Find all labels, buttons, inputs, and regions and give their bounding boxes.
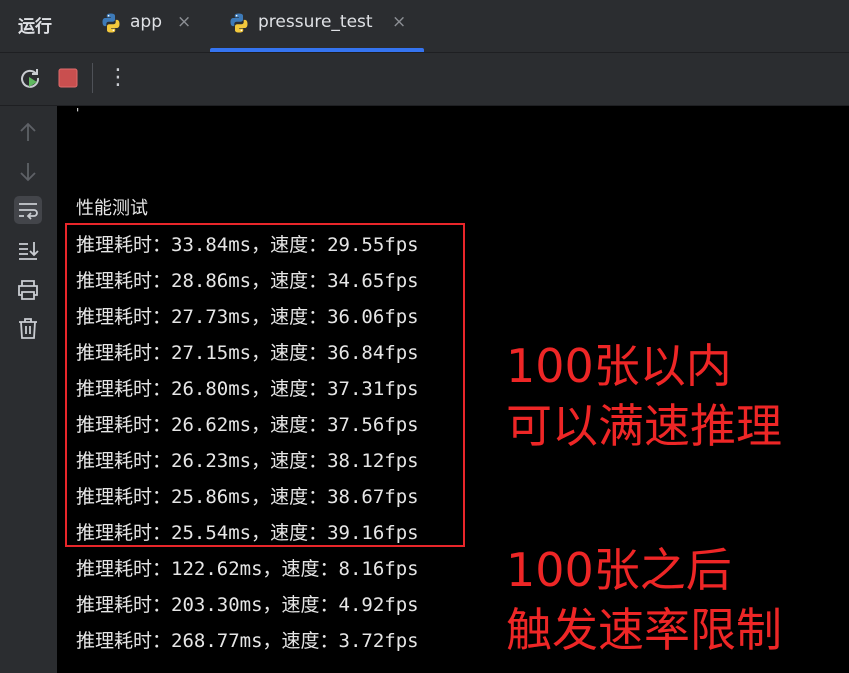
console-line: 推理耗时：26.80ms，速度：37.31fps bbox=[76, 378, 419, 400]
python-icon bbox=[230, 13, 248, 33]
trash-icon[interactable] bbox=[14, 314, 42, 342]
close-icon[interactable]: × bbox=[392, 12, 406, 32]
console-line: 推理耗时：203.30ms，速度：4.92fps bbox=[76, 594, 419, 616]
scroll-to-end-icon[interactable] bbox=[14, 236, 42, 264]
stray-output-mark: ' bbox=[76, 106, 80, 120]
tab-app[interactable]: app × bbox=[100, 0, 200, 52]
stop-icon[interactable] bbox=[55, 65, 81, 91]
console-output[interactable]: ' 性能测试 推理耗时：33.84ms，速度：29.55fps 推理耗时：28.… bbox=[57, 106, 849, 673]
toolbar-separator bbox=[92, 63, 93, 93]
console-line: 推理耗时：25.54ms，速度：39.16fps bbox=[76, 522, 419, 544]
more-options-icon[interactable]: ⋮ bbox=[105, 65, 131, 91]
print-icon[interactable] bbox=[14, 276, 42, 304]
console-header-line: 性能测试 bbox=[76, 198, 148, 219]
console-line: 推理耗时：27.15ms，速度：36.84fps bbox=[76, 342, 419, 364]
active-tab-indicator bbox=[210, 48, 424, 52]
run-toolbar: ⋮ bbox=[0, 53, 849, 106]
soft-wrap-icon[interactable] bbox=[14, 196, 42, 224]
tab-bar: 运行 app × pressure_test × bbox=[0, 0, 849, 53]
console-line: 推理耗时：33.84ms，速度：29.55fps bbox=[76, 234, 419, 256]
annotation-top-line-2: 可以满速推理 bbox=[506, 399, 782, 453]
run-panel-title: 运行 bbox=[18, 17, 52, 37]
annotation-bottom-line-2: 触发速率限制 bbox=[506, 603, 782, 657]
console-line: 推理耗时：26.62ms，速度：37.56fps bbox=[76, 414, 419, 436]
down-arrow-icon[interactable] bbox=[14, 158, 42, 186]
close-icon[interactable]: × bbox=[177, 12, 191, 32]
tab-label: app bbox=[130, 12, 162, 32]
tab-pressure-test[interactable]: pressure_test × bbox=[228, 0, 423, 52]
console-line: 推理耗时：26.23ms，速度：38.12fps bbox=[76, 450, 419, 472]
up-arrow-icon[interactable] bbox=[14, 118, 42, 146]
tab-label: pressure_test bbox=[258, 12, 373, 32]
annotation-top-line-1: 100张以内 bbox=[506, 339, 732, 393]
console-line: 推理耗时：28.86ms，速度：34.65fps bbox=[76, 270, 419, 292]
annotation-bottom-line-1: 100张之后 bbox=[506, 543, 732, 597]
python-icon bbox=[102, 13, 120, 33]
console-line: 推理耗时：268.77ms，速度：3.72fps bbox=[76, 630, 419, 652]
console-line: 推理耗时：25.86ms，速度：38.67fps bbox=[76, 486, 419, 508]
console-line: 推理耗时：122.62ms，速度：8.16fps bbox=[76, 558, 419, 580]
console-side-toolbar bbox=[0, 106, 57, 673]
rerun-icon[interactable] bbox=[17, 65, 43, 91]
console-line: 推理耗时：27.73ms，速度：36.06fps bbox=[76, 306, 419, 328]
